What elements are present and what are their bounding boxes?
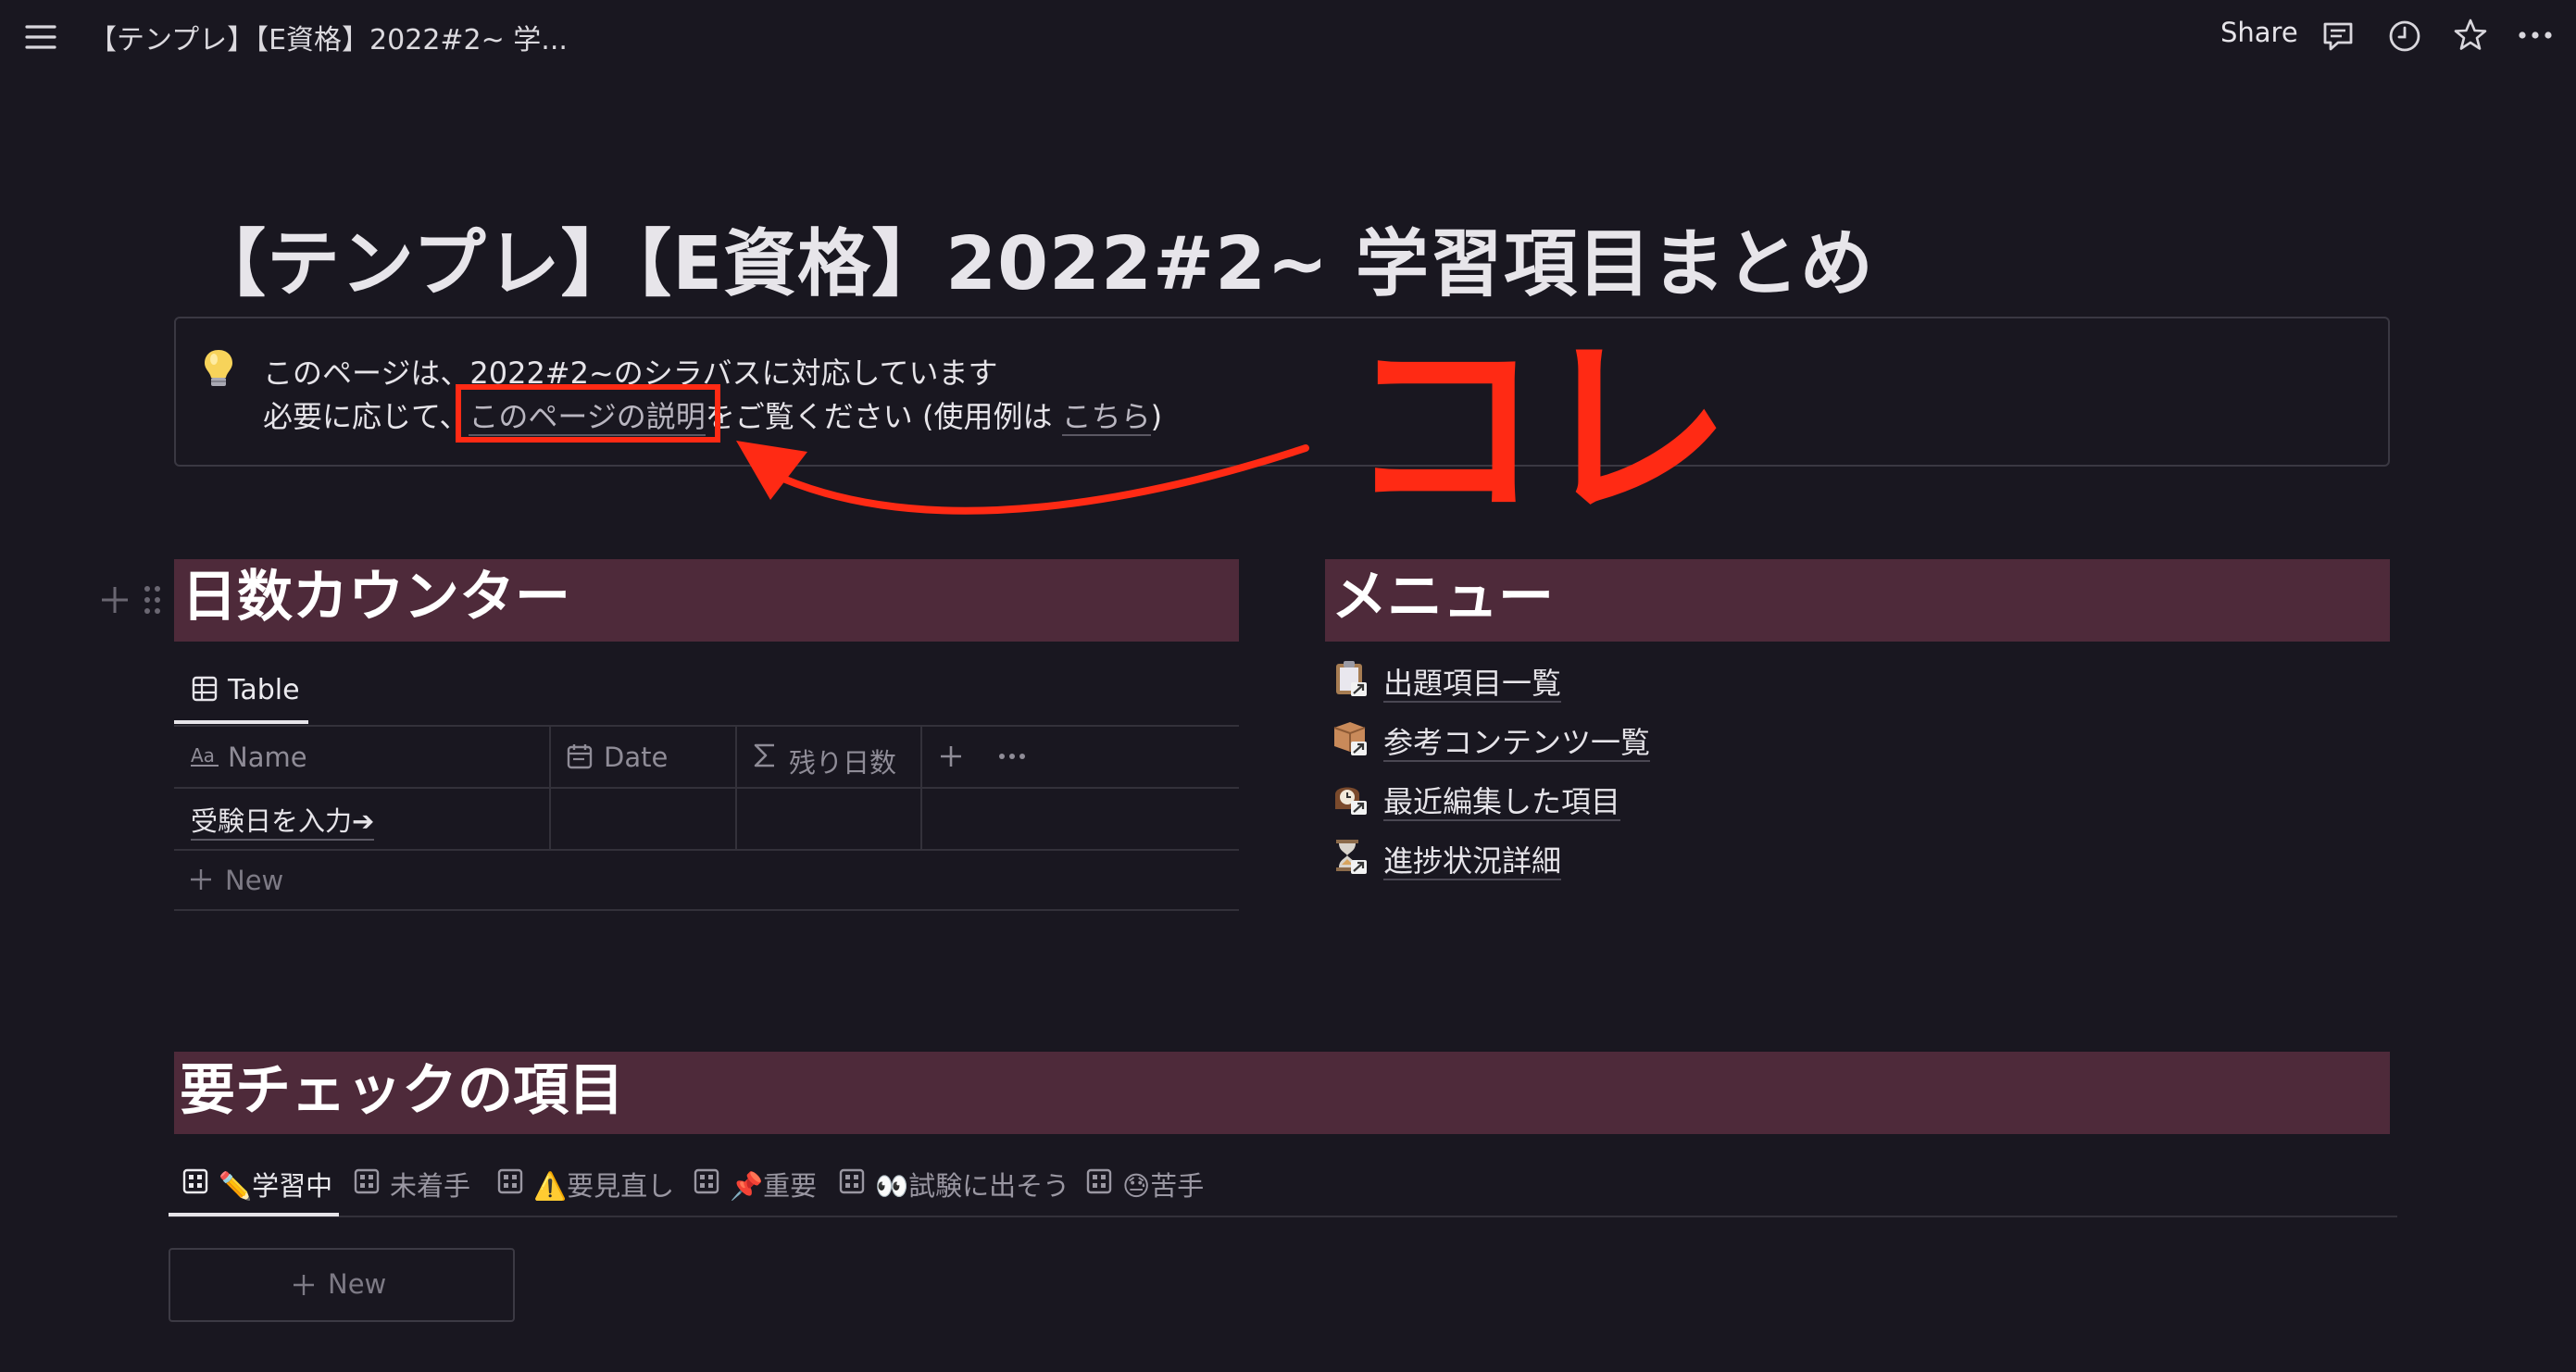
- new-row-button[interactable]: New: [225, 865, 283, 896]
- plus-icon: [291, 1272, 317, 1298]
- svg-text:Aa: Aa: [191, 744, 215, 767]
- menu-item-recently-edited[interactable]: 最近編集した項目: [1383, 779, 1621, 821]
- pin-emoji: 📌: [730, 1170, 764, 1202]
- table-icon: [191, 675, 219, 703]
- tab-important[interactable]: 📌重要: [730, 1165, 817, 1204]
- drag-handle-icon[interactable]: [143, 583, 163, 617]
- table-view-tab[interactable]: Table: [228, 674, 300, 706]
- tab-needs-review[interactable]: ⚠️要見直し: [533, 1165, 674, 1204]
- counter-heading[interactable]: 日数カウンター: [181, 569, 570, 625]
- sweat-emoji: 😓: [1122, 1170, 1151, 1202]
- page-title[interactable]: 【テンプレ】【E資格】2022#2~ 学習項目まとめ: [193, 204, 1874, 310]
- tab-label: 試験に出そう: [908, 1170, 1070, 1202]
- check-heading[interactable]: 要チェックの項目: [180, 1063, 624, 1118]
- tab-likely-on-exam[interactable]: 👀試験に出そう: [875, 1165, 1069, 1204]
- menu-item-progress-detail[interactable]: 進捗状況詳細: [1383, 838, 1562, 880]
- column-header-name[interactable]: Name: [228, 742, 307, 773]
- share-button[interactable]: Share: [2220, 17, 2298, 48]
- active-tab-indicator: [174, 720, 308, 724]
- callout-suffix: ): [1150, 399, 1163, 434]
- text-property-icon: Aa: [191, 743, 219, 767]
- annotation-label: コレ: [1347, 317, 1731, 543]
- table-col-divider: [735, 726, 737, 850]
- tabs-baseline: [169, 1216, 2397, 1217]
- table-row-border: [174, 849, 1239, 851]
- board-icon: [497, 1168, 523, 1194]
- lightbulb-icon[interactable]: [200, 347, 237, 390]
- board-icon: [1086, 1168, 1112, 1194]
- tab-label: 未着手: [390, 1170, 471, 1202]
- pencil-emoji: ✏️: [219, 1170, 253, 1202]
- menu-item-question-list[interactable]: 出題項目一覧: [1383, 660, 1562, 703]
- mantel-clock-icon: [1332, 778, 1369, 817]
- tab-label: 要見直し: [567, 1170, 675, 1202]
- table-bottom-border: [174, 909, 1239, 911]
- active-tab-indicator: [169, 1213, 339, 1216]
- new-card-button[interactable]: New: [169, 1248, 515, 1322]
- callout-prefix: 必要に応じて、: [263, 399, 469, 434]
- breadcrumb[interactable]: 【テンプレ】【E資格】2022#2~ 学...: [89, 17, 568, 57]
- column-header-remaining[interactable]: 残り日数: [789, 742, 896, 780]
- add-block-icon[interactable]: [98, 583, 131, 617]
- clock-icon[interactable]: [2387, 19, 2422, 54]
- more-icon[interactable]: [2517, 24, 2554, 46]
- table-header-border: [174, 787, 1239, 789]
- callout-middle: をご覧ください (使用例は: [705, 399, 1062, 434]
- comment-icon[interactable]: [2320, 19, 2356, 54]
- menu-item-label[interactable]: 参考コンテンツ一覧: [1383, 725, 1651, 762]
- clipboard-icon: [1332, 659, 1369, 698]
- tab-label: 苦手: [1150, 1170, 1205, 1202]
- tab-not-started[interactable]: 未着手: [390, 1165, 470, 1204]
- column-header-date[interactable]: Date: [604, 742, 668, 773]
- menu-item-reference-content[interactable]: 参考コンテンツ一覧: [1383, 719, 1651, 762]
- menu-item-label[interactable]: 進捗状況詳細: [1383, 843, 1562, 880]
- board-icon: [354, 1168, 380, 1194]
- tab-weak[interactable]: 😓苦手: [1122, 1165, 1204, 1204]
- calendar-icon: [566, 742, 594, 770]
- table-top-border: [174, 725, 1239, 727]
- tab-label: 学習中: [252, 1170, 333, 1202]
- star-icon[interactable]: [2452, 17, 2489, 54]
- hourglass-icon: [1332, 837, 1369, 876]
- menu-item-label[interactable]: 出題項目一覧: [1383, 666, 1562, 703]
- board-icon: [839, 1168, 865, 1194]
- menu-item-label[interactable]: 最近編集した項目: [1383, 784, 1621, 821]
- annotation-highlight-box: [456, 384, 720, 443]
- add-column-icon[interactable]: [938, 743, 964, 769]
- new-card-label: New: [328, 1268, 387, 1300]
- sigma-icon: [752, 742, 778, 769]
- board-icon: [694, 1168, 719, 1194]
- menu-icon[interactable]: [24, 20, 57, 54]
- eyes-emoji: 👀: [875, 1170, 909, 1202]
- example-link[interactable]: こちら: [1061, 399, 1151, 436]
- table-cell-name[interactable]: 受験日を入力➔: [191, 800, 375, 841]
- table-col-divider: [920, 726, 922, 850]
- package-icon: [1332, 718, 1369, 757]
- board-icon: [182, 1168, 208, 1194]
- tab-label: 重要: [763, 1170, 818, 1202]
- menu-heading[interactable]: メニュー: [1332, 569, 1554, 625]
- tab-studying[interactable]: ✏️学習中: [219, 1165, 332, 1204]
- warning-emoji: ⚠️: [533, 1170, 568, 1202]
- table-col-divider: [549, 726, 551, 850]
- more-options-icon[interactable]: [998, 752, 1026, 761]
- plus-icon: [188, 867, 214, 892]
